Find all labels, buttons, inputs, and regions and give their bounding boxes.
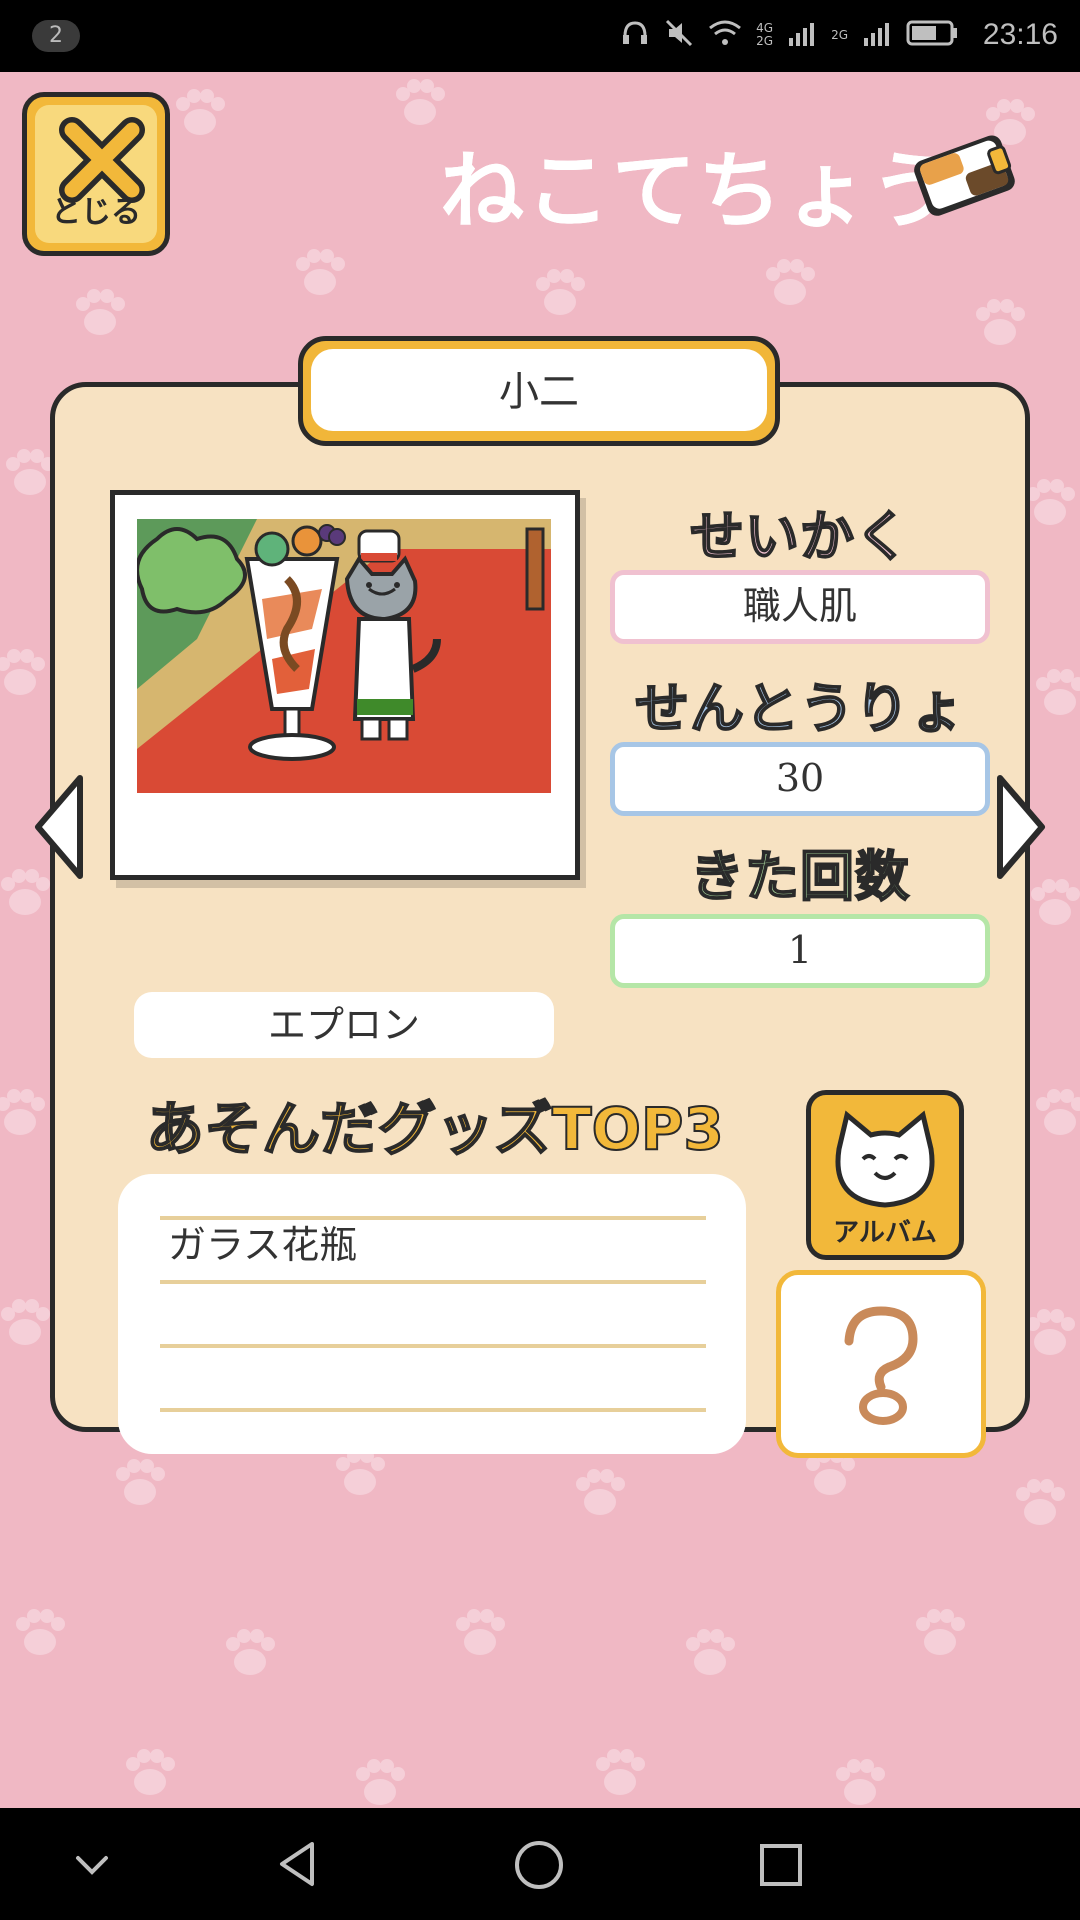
signal-icon-2 <box>862 18 892 52</box>
mute-icon <box>664 18 694 52</box>
goodie-label: エプロン <box>134 992 554 1058</box>
home-icon[interactable] <box>512 1838 566 1892</box>
page-title: ねこてちょう <box>440 124 956 245</box>
system-navigation-bar <box>0 1808 1080 1920</box>
notification-count: 2 <box>32 20 80 52</box>
status-bar: 2 4G 2G 2G 23:16 <box>0 0 1080 72</box>
album-button[interactable]: アルバム <box>806 1090 964 1260</box>
network-label-2: 2G <box>756 34 774 48</box>
back-icon[interactable] <box>272 1838 324 1890</box>
close-button-face: とじる <box>35 105 157 243</box>
visits-label: きた回数 <box>689 844 910 909</box>
goods-item-1: ガラス花瓶 <box>168 1223 358 1267</box>
clock: 23:16 <box>982 18 1058 51</box>
book-icon <box>914 135 1015 216</box>
network-type-2: 2G <box>831 28 848 42</box>
arrow-left-icon[interactable] <box>30 772 90 882</box>
close-button[interactable]: とじる <box>22 92 170 256</box>
cat-illustration <box>137 519 551 793</box>
signal-icon <box>787 18 817 52</box>
network-type: 4G 2G <box>756 22 773 48</box>
network-label-1: 4G <box>756 21 774 35</box>
personality-label: せいかく <box>689 504 910 569</box>
visits-value: 1 <box>610 914 990 988</box>
cat-name-tab: 小二 <box>298 336 780 446</box>
chevron-down-icon[interactable] <box>70 1842 114 1886</box>
arrow-right-icon[interactable] <box>990 772 1050 882</box>
personality-value: 職人肌 <box>610 570 990 644</box>
cat-face-icon <box>835 1110 935 1208</box>
recents-icon[interactable] <box>756 1840 806 1890</box>
cat-name: 小二 <box>311 349 767 431</box>
wifi-icon <box>708 18 742 52</box>
goods-list: ガラス花瓶 <box>118 1174 746 1454</box>
goods-line <box>160 1408 706 1412</box>
goods-line <box>160 1280 706 1284</box>
status-icons: 4G 2G 2G <box>620 18 960 52</box>
battery-icon <box>906 18 960 52</box>
headphones-icon <box>620 18 650 52</box>
album-label: アルバム <box>833 1218 937 1248</box>
goods-title: あそんだグッズTOP3 <box>145 1094 725 1164</box>
cat-scene <box>137 519 551 793</box>
page-title-text: ねこてちょう <box>440 142 957 240</box>
close-label: とじる <box>51 195 141 230</box>
app-screen: とじる ねこてちょう 小二 せいかく 職人肌 せんとうりょ 30 きた回数 1 … <box>0 72 1080 1808</box>
cat-photo <box>110 490 580 880</box>
help-button[interactable]: ? <box>776 1270 986 1458</box>
power-value: 30 <box>610 742 990 816</box>
question-icon <box>844 1306 918 1425</box>
goods-line <box>160 1344 706 1348</box>
